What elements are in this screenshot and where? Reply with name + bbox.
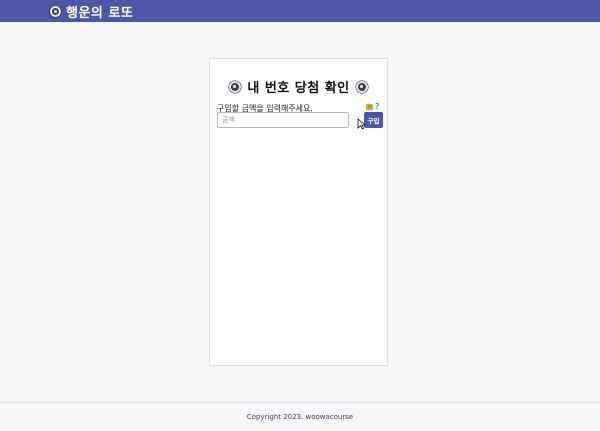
buy-button[interactable]: 구입 <box>364 112 383 128</box>
copyright-text: Copyright 2023. woowacourse <box>246 413 354 421</box>
app-title: 행운의 로또 <box>66 5 134 21</box>
mouse-cursor-icon <box>357 118 366 130</box>
amount-tooltip[interactable]: ? <box>366 102 379 111</box>
app-footer: Copyright 2023. woowacourse <box>0 403 600 431</box>
amount-input[interactable] <box>217 112 349 128</box>
card-title-text: 내 번호 당첨 확인 <box>247 81 350 96</box>
app-header: 행운의 로또 <box>0 0 600 22</box>
lotto-ball-icon <box>50 5 61 17</box>
lotto-card: 내 번호 당첨 확인 구입할 금액을 입력해주세요. ? 구입 <box>209 58 388 366</box>
lotto-ball-icon <box>355 80 368 93</box>
money-bag-icon <box>366 103 373 110</box>
card-title: 내 번호 당첨 확인 <box>210 77 387 96</box>
lotto-ball-icon <box>229 80 242 93</box>
app-root: 행운의 로또 내 번호 당첨 확인 구입할 금액을 입력해주세요. ? 구입 C… <box>0 0 600 431</box>
help-icon[interactable]: ? <box>375 102 379 111</box>
